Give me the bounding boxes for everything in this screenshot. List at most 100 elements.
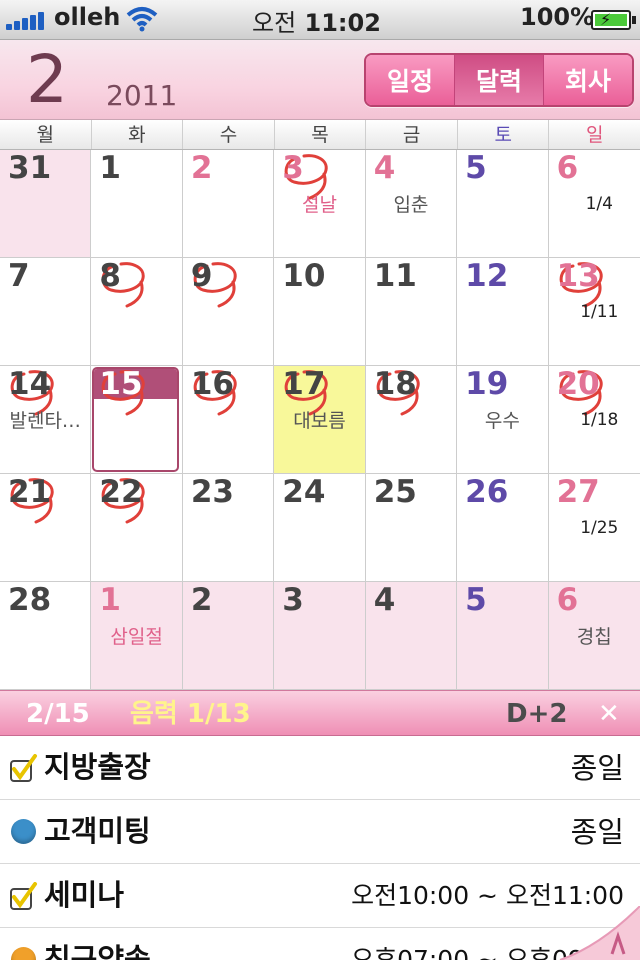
day-holiday-label: 발렌타…	[9, 410, 81, 432]
clock: 오전 11:02	[252, 3, 381, 38]
day-number: 2	[190, 582, 213, 618]
month-number: 2	[26, 41, 68, 118]
day-number: 13	[556, 258, 600, 294]
day-number: 4	[373, 582, 396, 618]
calendar-day-today[interactable]: 15	[91, 366, 183, 474]
calendar-day[interactable]: 22	[91, 474, 183, 582]
year-number: 2011	[106, 79, 178, 112]
selected-date: 2/15	[26, 699, 90, 729]
calendar-day[interactable]: 24	[274, 474, 366, 582]
lunar-date: 음력 1/13	[130, 699, 251, 729]
view-segmented-control: 일정 달력 회사	[364, 53, 634, 107]
weekday-sat: 토	[458, 120, 550, 149]
day-number: 14	[8, 366, 52, 402]
calendar-day[interactable]: 6 1/4	[548, 150, 640, 258]
calendar-header: 2 2011 일정 달력 회사	[0, 40, 640, 120]
close-icon[interactable]: ✕	[598, 697, 620, 731]
calendar-day[interactable]: 2	[182, 150, 275, 258]
calendar-day[interactable]: 9	[182, 258, 275, 366]
event-title: 세미나	[44, 878, 125, 912]
calendar-day[interactable]: 26	[457, 474, 549, 582]
day-lunar-label: 1/11	[580, 302, 619, 322]
day-lunar-label: 1/4	[585, 194, 613, 214]
day-number: 23	[190, 474, 234, 510]
battery-icon: ⚡	[591, 10, 636, 30]
event-row[interactable]: 지방출장 종일	[0, 736, 640, 800]
calendar-day[interactable]: 8	[91, 258, 183, 366]
day-number: 27	[556, 474, 600, 510]
calendar-day[interactable]: 16	[182, 366, 275, 474]
battery-percent: 100%	[520, 3, 595, 31]
calendar-day-selected[interactable]: 17 대보름	[274, 366, 366, 474]
calendar-day[interactable]: 18	[365, 366, 458, 474]
day-number: 16	[190, 366, 234, 402]
day-number: 8	[99, 258, 121, 294]
calendar-day[interactable]: 5	[457, 582, 549, 690]
calendar-day[interactable]: 10	[274, 258, 366, 366]
calendar-day[interactable]: 12	[457, 258, 549, 366]
calendar-day[interactable]: 31	[0, 150, 92, 258]
checkbox-checked-icon[interactable]	[8, 882, 38, 912]
event-title: 지방출장	[44, 750, 151, 784]
calendar-day[interactable]: 20 1/18	[548, 366, 640, 474]
weekday-fri: 금	[366, 120, 458, 149]
calendar-day[interactable]: 28	[0, 582, 92, 690]
weekday-sun: 일	[586, 124, 604, 146]
weekday-header: 월 화 수 목 금 토 일	[0, 120, 640, 150]
calendar-day[interactable]: 11	[365, 258, 458, 366]
day-number: 1	[99, 582, 121, 618]
day-number: 22	[99, 474, 143, 510]
calendar-day[interactable]: 23	[182, 474, 275, 582]
calendar-day[interactable]: 1	[91, 150, 183, 258]
weekday-mon: 월	[0, 120, 92, 149]
calendar-day[interactable]: 19 우수	[457, 366, 549, 474]
calendar-day[interactable]: 21	[0, 474, 92, 582]
day-number: 12	[465, 258, 509, 294]
signal-strength-icon	[6, 10, 48, 30]
calendar-day[interactable]: 3 설날	[274, 150, 366, 258]
clock-period: 오전	[252, 9, 297, 37]
day-number: 17	[282, 366, 326, 402]
day-number: 3	[282, 150, 304, 186]
day-number: 2	[190, 150, 213, 186]
calendar-day[interactable]: 6 경칩	[548, 582, 640, 690]
tab-company[interactable]: 회사	[544, 55, 632, 105]
day-number: 6	[556, 150, 579, 186]
calendar-day[interactable]: 25	[365, 474, 458, 582]
calendar-day[interactable]: 27 1/25	[548, 474, 640, 582]
calendar-day[interactable]: 2	[182, 582, 275, 690]
calendar-day[interactable]: 5	[457, 150, 549, 258]
day-number: 5	[465, 582, 487, 618]
day-number: 19	[465, 366, 509, 402]
day-number: 11	[373, 258, 417, 294]
day-holiday-label: 경칩	[576, 626, 612, 648]
page-curl-icon[interactable]	[540, 906, 640, 960]
calendar-day[interactable]: 3	[274, 582, 366, 690]
day-number: 3	[282, 582, 304, 618]
wifi-icon	[126, 7, 158, 32]
day-number: 15	[99, 366, 143, 402]
tab-schedule[interactable]: 일정	[366, 55, 455, 105]
day-holiday-label: 입춘	[393, 194, 429, 216]
calendar-day[interactable]: 4	[365, 582, 458, 690]
day-number: 9	[190, 258, 213, 294]
selected-date-bar: 2/15 음력 1/13 D+2 ✕	[0, 690, 640, 736]
day-number: 7	[8, 258, 30, 294]
calendar-day[interactable]: 7	[0, 258, 92, 366]
calendar-day[interactable]: 14 발렌타…	[0, 366, 92, 474]
calendar-day[interactable]: 4 입춘	[365, 150, 458, 258]
day-holiday-label: 설날	[302, 194, 337, 216]
checkbox-checked-icon[interactable]	[8, 754, 38, 784]
weekday-tue: 화	[92, 120, 184, 149]
calendar-day[interactable]: 13 1/11	[548, 258, 640, 366]
calendar-day[interactable]: 1 삼일절	[91, 582, 183, 690]
event-color-dot-icon	[11, 819, 36, 844]
day-holiday-label: 삼일절	[110, 626, 163, 648]
tab-calendar[interactable]: 달력	[455, 55, 544, 105]
day-number: 28	[8, 582, 52, 618]
event-row[interactable]: 고객미팅 종일	[0, 800, 640, 864]
day-number: 10	[282, 258, 326, 294]
day-lunar-label: 1/18	[580, 410, 619, 430]
day-holiday-label: 대보름	[293, 410, 346, 432]
weekday-wed: 수	[183, 120, 275, 149]
